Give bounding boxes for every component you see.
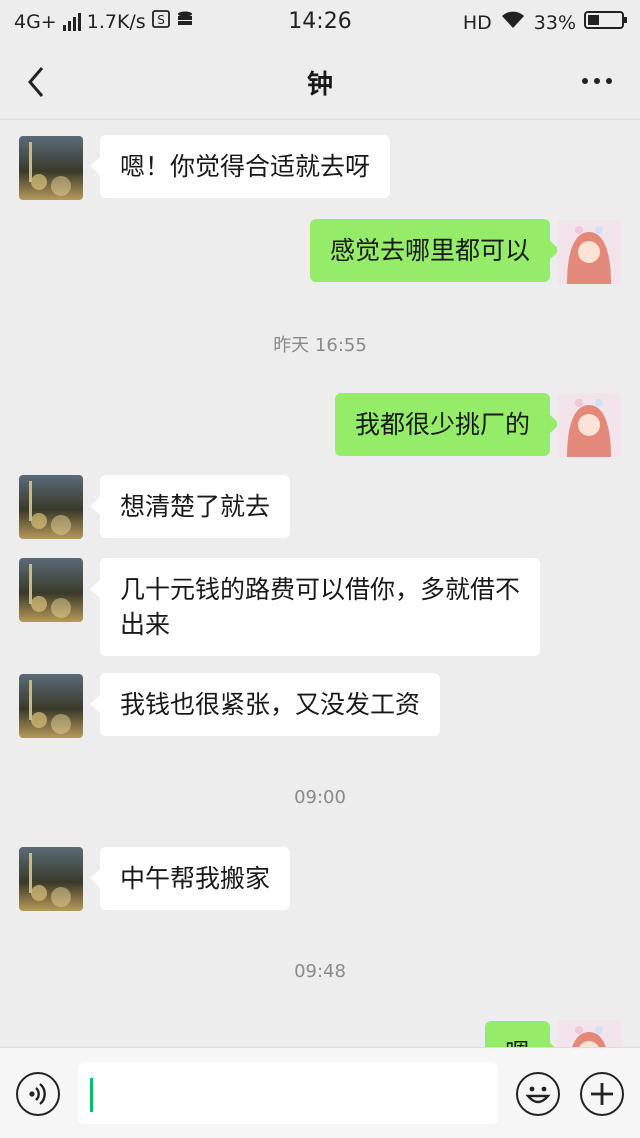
text-caret xyxy=(90,1078,93,1112)
voice-icon[interactable] xyxy=(16,1072,60,1116)
message-bubble-incoming[interactable]: 我钱也很紧张，又没发工资 xyxy=(89,673,441,736)
chat-title: 钟 xyxy=(306,70,333,100)
status-bar: 4G+ 1.7K/s S 14:26 HD 33% xyxy=(0,0,640,44)
more-dots-icon[interactable] xyxy=(582,78,612,84)
message-bubble-incoming[interactable]: 几十元钱的路费可以借你，多就借不出来 xyxy=(90,558,540,656)
message-bubble-outgoing[interactable]: 嗯 xyxy=(484,1021,561,1047)
wifi-icon xyxy=(500,10,526,35)
message-bubble-incoming[interactable]: 中午帮我搬家 xyxy=(89,847,291,910)
input-bar xyxy=(0,1047,640,1138)
message-bubble-outgoing[interactable]: 我都很少挑厂的 xyxy=(334,393,561,456)
user-avatar[interactable] xyxy=(557,220,621,284)
timestamp: 09:00 xyxy=(294,787,346,808)
message-list[interactable]: 嗯！你觉得合适就去呀 感觉去哪里都可以 昨天 16:55 我都很少挑厂的 想清楚… xyxy=(0,121,640,1047)
message-bubble-incoming[interactable]: 嗯！你觉得合适就去呀 xyxy=(89,135,391,198)
hd-label: HD xyxy=(462,11,492,34)
message-input[interactable] xyxy=(78,1062,498,1124)
user-avatar[interactable] xyxy=(557,1020,621,1047)
user-avatar[interactable] xyxy=(557,393,621,457)
contact-avatar[interactable] xyxy=(19,674,83,738)
message-bubble-incoming[interactable]: 想清楚了就去 xyxy=(89,475,291,538)
contact-avatar[interactable] xyxy=(19,847,83,911)
chat-header: 钟 xyxy=(0,44,640,120)
contact-avatar[interactable] xyxy=(19,558,83,622)
contact-avatar[interactable] xyxy=(19,136,83,200)
contact-avatar[interactable] xyxy=(19,475,83,539)
plus-icon[interactable] xyxy=(580,1072,624,1116)
timestamp: 昨天 16:55 xyxy=(273,335,367,356)
emoji-icon[interactable] xyxy=(516,1072,560,1116)
timestamp: 09:48 xyxy=(294,961,346,982)
battery-icon xyxy=(584,10,628,35)
message-bubble-outgoing[interactable]: 感觉去哪里都可以 xyxy=(309,219,561,282)
status-right: HD 33% xyxy=(463,10,628,35)
battery-percent: 33% xyxy=(533,11,576,34)
